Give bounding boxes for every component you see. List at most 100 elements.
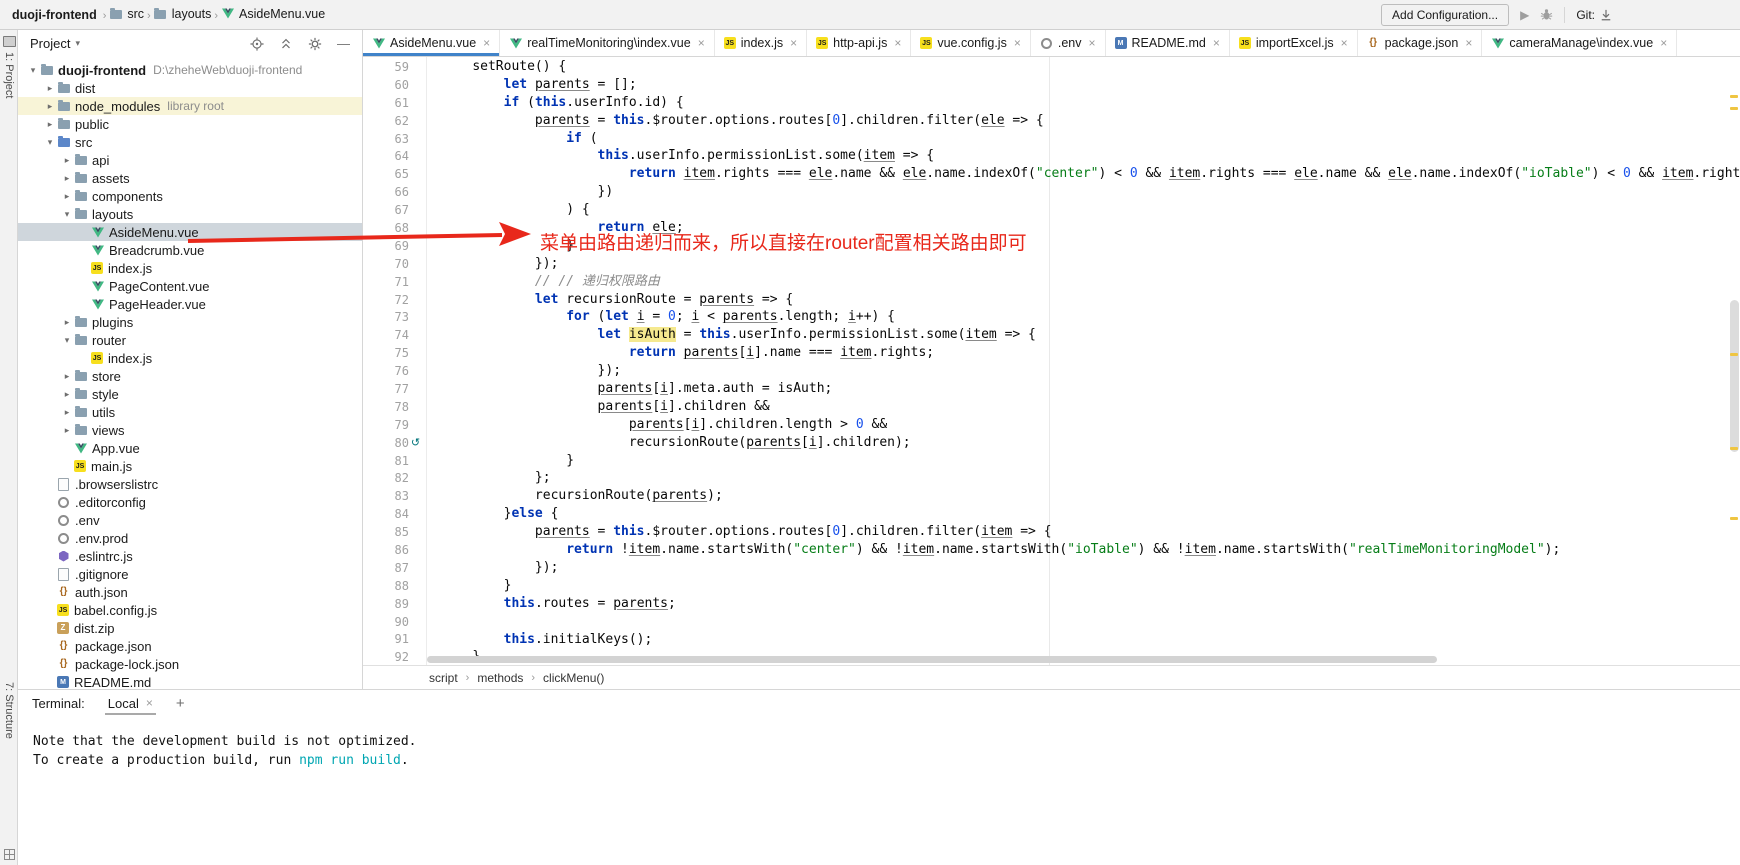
tree-item[interactable]: {}auth.json [18,583,362,601]
tree-item[interactable]: ▸plugins [18,313,362,331]
breadcrumb-item[interactable]: script [429,671,458,685]
inspection-mark[interactable] [1730,95,1738,98]
tree-item[interactable]: .browserslistrc [18,475,362,493]
tree-item[interactable]: Zdist.zip [18,619,362,637]
tree-item[interactable]: ▾router [18,331,362,349]
editor-tab[interactable]: {}package.json× [1358,30,1483,56]
editor-tab[interactable]: JSimportExcel.js× [1230,30,1358,56]
inspection-mark[interactable] [1730,517,1738,520]
tree-item[interactable]: .gitignore [18,565,362,583]
tree-item[interactable]: ▾duoji-frontendD:\zheheWeb\duoji-fronten… [18,61,362,79]
vertical-scrollbar[interactable] [1727,57,1740,665]
scrollbar-thumb[interactable] [427,656,1437,663]
inspection-mark[interactable] [1730,447,1738,450]
toolwindow-switcher-icon[interactable] [4,849,15,860]
code-editor[interactable]: 5960616263646566676869707172737475767778… [363,57,1740,665]
tab-close-icon[interactable]: × [1660,36,1667,50]
new-terminal-icon[interactable]: + [176,695,185,712]
code-lines[interactable]: setRoute() { let parents = []; if (this.… [427,57,1740,665]
tree-item[interactable]: ▸assets [18,169,362,187]
tab-close-icon[interactable]: × [1341,36,1348,50]
breadcrumb-item[interactable]: src [109,7,144,21]
tree-item[interactable]: PageContent.vue [18,277,362,295]
terminal-tab-local[interactable]: Local × [105,693,156,715]
tree-item[interactable]: .env.prod [18,529,362,547]
tab-close-icon[interactable]: × [1014,36,1021,50]
tree-item[interactable]: ▸dist [18,79,362,97]
chevron-right-icon[interactable]: ▸ [43,119,57,130]
editor-tab[interactable]: .env× [1031,30,1106,56]
breadcrumb-item[interactable]: AsideMenu.vue [221,7,325,21]
chevron-down-icon[interactable]: ▾ [60,209,74,220]
tree-item[interactable]: ▾layouts [18,205,362,223]
chevron-right-icon[interactable]: ▸ [60,191,74,202]
editor-tab[interactable]: AsideMenu.vue× [363,30,500,56]
editor-tab[interactable]: MREADME.md× [1106,30,1230,56]
chevron-right-icon[interactable]: ▸ [60,407,74,418]
debug-icon[interactable] [1540,8,1553,21]
tree-item[interactable]: MREADME.md [18,673,362,689]
run-icon[interactable]: ▶ [1520,8,1529,22]
tab-close-icon[interactable]: × [894,36,901,50]
tree-item[interactable]: ▸components [18,187,362,205]
chevron-right-icon[interactable]: ▸ [60,173,74,184]
editor-tab[interactable]: JShttp-api.js× [807,30,911,56]
tree-item[interactable]: ▸api [18,151,362,169]
add-configuration-button[interactable]: Add Configuration... [1381,4,1509,26]
project-view-selector[interactable]: Project [30,36,70,51]
tree-item[interactable]: .editorconfig [18,493,362,511]
tree-item[interactable]: JSindex.js [18,259,362,277]
tab-close-icon[interactable]: × [698,36,705,50]
inspection-mark[interactable] [1730,107,1738,110]
tree-item[interactable]: ▸style [18,385,362,403]
chevron-down-icon[interactable]: ▾ [26,65,40,76]
locate-file-icon[interactable] [250,37,264,51]
chevron-right-icon[interactable]: ▸ [60,371,74,382]
chevron-right-icon[interactable]: ▸ [43,83,57,94]
tree-item[interactable]: JSmain.js [18,457,362,475]
tree-item[interactable]: .env [18,511,362,529]
tab-close-icon[interactable]: × [790,36,797,50]
editor-tab[interactable]: cameraManage\index.vue× [1482,30,1677,56]
git-widget[interactable]: Git: [1576,8,1612,22]
toolwindow-tab-structure[interactable]: 7: Structure [0,682,18,739]
git-update-icon[interactable] [1600,9,1612,21]
chevron-right-icon[interactable]: ▸ [43,101,57,112]
breadcrumb-item[interactable]: clickMenu() [543,671,604,685]
tree-item[interactable]: ▸store [18,367,362,385]
chevron-right-icon[interactable]: ▸ [60,425,74,436]
tree-item[interactable]: ▸views [18,421,362,439]
chevron-right-icon[interactable]: ▸ [60,155,74,166]
gear-icon[interactable] [308,37,322,51]
project-root-crumb[interactable]: duoji-frontend [12,8,97,22]
tree-item[interactable]: {}package.json [18,637,362,655]
horizontal-scrollbar[interactable] [427,656,1722,664]
close-icon[interactable]: × [146,696,153,710]
chevron-down-icon[interactable]: ▾ [43,137,57,148]
tree-item[interactable]: AsideMenu.vue [18,223,362,241]
chevron-right-icon[interactable]: ▸ [60,317,74,328]
tab-close-icon[interactable]: × [1465,36,1472,50]
tab-close-icon[interactable]: × [483,36,490,50]
editor-tab[interactable]: JSindex.js× [715,30,807,56]
editor-tab[interactable]: JSvue.config.js× [911,30,1031,56]
tree-item[interactable]: ▸utils [18,403,362,421]
editor-tab[interactable]: realTimeMonitoring\index.vue× [500,30,715,56]
tree-item[interactable]: ▾src [18,133,362,151]
tree-item[interactable]: Breadcrumb.vue [18,241,362,259]
tab-close-icon[interactable]: × [1213,36,1220,50]
tab-close-icon[interactable]: × [1088,36,1095,50]
tree-item[interactable]: JSbabel.config.js [18,601,362,619]
tree-item[interactable]: JSindex.js [18,349,362,367]
toolwindow-tab-project[interactable]: 1: Project [0,36,18,98]
collapse-all-icon[interactable] [279,37,293,51]
chevron-down-icon[interactable]: ▾ [75,38,80,49]
breadcrumb-item[interactable]: methods [477,671,523,685]
chevron-down-icon[interactable]: ▾ [60,335,74,346]
chevron-right-icon[interactable]: ▸ [60,389,74,400]
tree-item[interactable]: App.vue [18,439,362,457]
breadcrumb-item[interactable]: layouts [154,7,212,21]
tree-item[interactable]: ▸public [18,115,362,133]
scrollbar-thumb[interactable] [1730,300,1739,452]
tree-item[interactable]: PageHeader.vue [18,295,362,313]
